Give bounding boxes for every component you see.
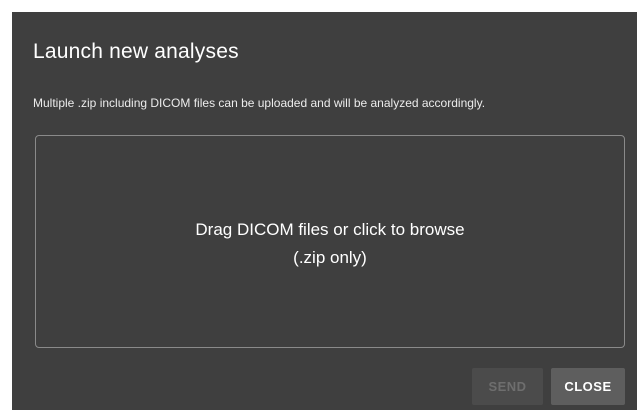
file-dropzone[interactable]: Drag DICOM files or click to browse (.zi… xyxy=(35,135,625,348)
close-button[interactable]: CLOSE xyxy=(551,368,625,405)
dropzone-secondary-text: (.zip only) xyxy=(293,248,367,267)
dropzone-primary-text: Drag DICOM files or click to browse xyxy=(195,220,465,239)
launch-analyses-dialog: Launch new analyses Multiple .zip includ… xyxy=(12,12,637,410)
dialog-actions: SEND CLOSE xyxy=(472,368,625,405)
dialog-title: Launch new analyses xyxy=(33,40,239,63)
dialog-description: Multiple .zip including DICOM files can … xyxy=(33,96,486,110)
dropzone-text: Drag DICOM files or click to browse (.zi… xyxy=(36,216,624,272)
send-button[interactable]: SEND xyxy=(472,368,543,405)
